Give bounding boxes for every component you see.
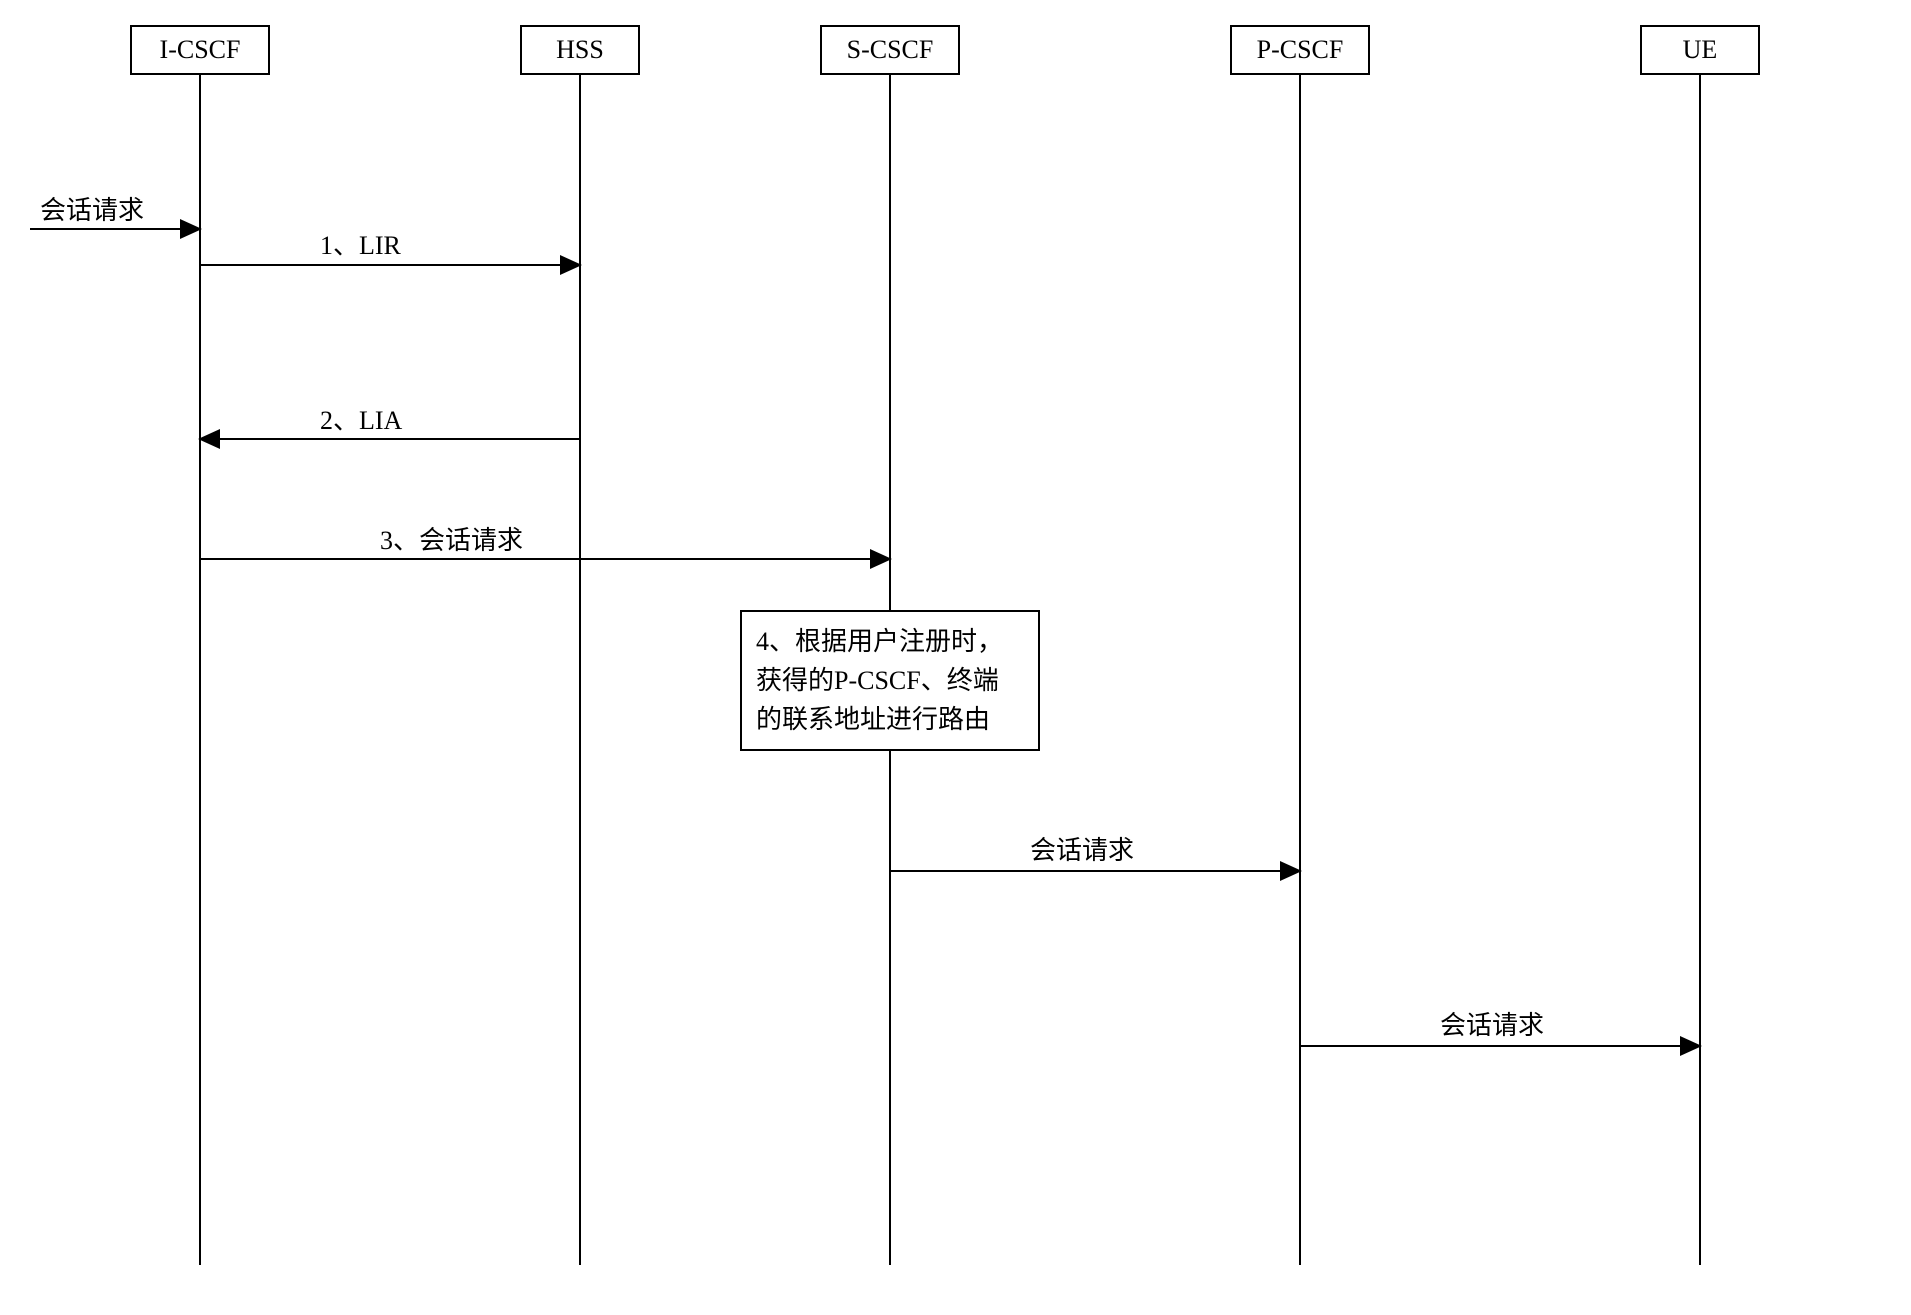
message-6-label: 会话请求 xyxy=(1440,1005,1544,1042)
participant-hss: HSS xyxy=(520,25,640,75)
participant-label: HSS xyxy=(556,35,604,64)
participant-label: UE xyxy=(1683,35,1718,64)
note-line-2: 获得的P-CSCF、终端 xyxy=(756,661,1024,700)
lifeline-p-cscf xyxy=(1299,75,1301,1265)
participant-label: P-CSCF xyxy=(1257,35,1344,64)
arrow-head-icon xyxy=(1280,861,1302,881)
arrow-head-icon xyxy=(198,429,220,449)
note-4: 4、根据用户注册时， 获得的P-CSCF、终端 的联系地址进行路由 xyxy=(740,610,1040,751)
participant-i-cscf: I-CSCF xyxy=(130,25,270,75)
message-6-arrow xyxy=(1300,1045,1700,1047)
message-5-arrow xyxy=(890,870,1300,872)
message-incoming-arrow xyxy=(30,228,200,230)
message-2-arrow xyxy=(200,438,580,440)
participant-label: S-CSCF xyxy=(847,35,934,64)
lifeline-hss xyxy=(579,75,581,1265)
participant-s-cscf: S-CSCF xyxy=(820,25,960,75)
arrow-head-icon xyxy=(560,255,582,275)
participant-label: I-CSCF xyxy=(160,35,241,64)
note-line-1: 4、根据用户注册时， xyxy=(756,622,1024,661)
message-3-arrow xyxy=(200,558,890,560)
arrow-head-icon xyxy=(870,549,892,569)
message-1-label: 1、LIR xyxy=(320,225,401,262)
note-line-3: 的联系地址进行路由 xyxy=(756,700,1024,739)
message-incoming-label: 会话请求 xyxy=(40,190,144,227)
participant-p-cscf: P-CSCF xyxy=(1230,25,1370,75)
message-3-label: 3、会话请求 xyxy=(380,520,523,557)
lifeline-i-cscf xyxy=(199,75,201,1265)
arrow-head-icon xyxy=(180,219,202,239)
arrow-head-icon xyxy=(1680,1036,1702,1056)
message-2-label: 2、LIA xyxy=(320,400,402,437)
lifeline-ue xyxy=(1699,75,1701,1265)
message-1-arrow xyxy=(200,264,580,266)
message-5-label: 会话请求 xyxy=(1030,830,1134,867)
participant-ue: UE xyxy=(1640,25,1760,75)
